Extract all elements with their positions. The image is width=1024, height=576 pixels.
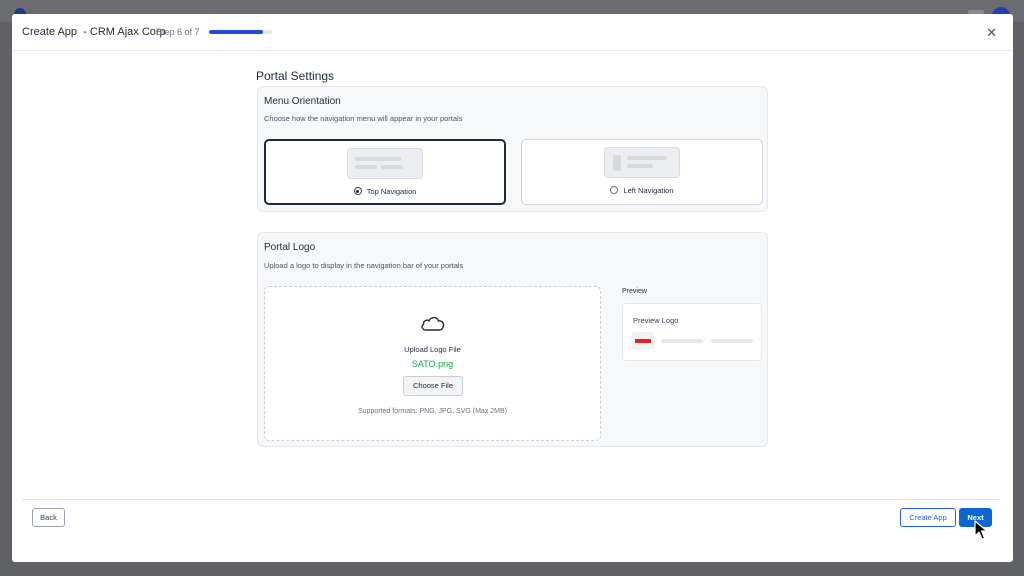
preview-nav-placeholder: [661, 339, 703, 343]
selected-file-name: SATO.png: [411, 359, 454, 369]
preview-label: Preview: [622, 288, 647, 295]
back-button[interactable]: Back: [32, 508, 65, 527]
top-navigation-option[interactable]: Top Navigation: [264, 139, 506, 205]
portal-logo-subtitle: Upload a logo to display in the navigati…: [264, 261, 464, 270]
logo-dropzone[interactable]: Upload Logo File SATO.png Choose File Su…: [264, 286, 601, 441]
preview-nav-placeholder: [711, 339, 753, 343]
top-navigation-label: Top Navigation: [366, 187, 417, 196]
preview-card: Preview Logo: [622, 303, 762, 361]
menu-orientation-title: Menu Orientation: [264, 96, 341, 107]
supported-formats: Supported formats: PNG, JPG, SVG (Max 2M…: [358, 408, 507, 415]
left-navigation-thumbnail: [604, 147, 680, 178]
mouse-pointer-icon: [974, 520, 988, 540]
progress-fill: [209, 30, 263, 34]
left-navigation-radio[interactable]: [610, 186, 619, 194]
close-icon[interactable]: ✕: [986, 25, 997, 41]
page-title: Portal Settings: [256, 69, 335, 83]
create-app-modal: Create App - CRM Ajax Corp Step 6 of 7 ✕…: [12, 14, 1013, 562]
left-navigation-label-row: Left Navigation: [522, 186, 762, 195]
modal-header: Create App - CRM Ajax Corp Step 6 of 7 ✕: [12, 14, 1013, 51]
top-navigation-label-row: Top Navigation: [266, 187, 504, 196]
menu-orientation-card: Menu Orientation Choose how the navigati…: [257, 86, 768, 212]
create-app-button[interactable]: Create App: [900, 508, 956, 527]
footer-divider: [22, 499, 1000, 500]
portal-logo-card: Portal Logo Upload a logo to display in …: [257, 232, 768, 447]
upload-logo-label: Upload Logo File: [404, 345, 461, 354]
progress-bar: [209, 30, 272, 34]
preview-logo-image: [632, 332, 654, 350]
step-indicator: Step 6 of 7: [156, 27, 200, 37]
left-navigation-label: Left Navigation: [623, 186, 674, 195]
menu-orientation-subtitle: Choose how the navigation menu will appe…: [264, 114, 463, 123]
top-navigation-radio[interactable]: [353, 187, 362, 195]
modal-title: Create App - CRM Ajax Corp: [22, 26, 166, 38]
choose-file-button[interactable]: Choose File: [403, 376, 463, 396]
portal-logo-title: Portal Logo: [264, 242, 316, 253]
top-navigation-thumbnail: [347, 148, 423, 179]
left-navigation-option[interactable]: Left Navigation: [521, 139, 763, 205]
preview-title: Preview Logo: [633, 316, 679, 325]
cloud-upload-icon: [421, 316, 445, 331]
